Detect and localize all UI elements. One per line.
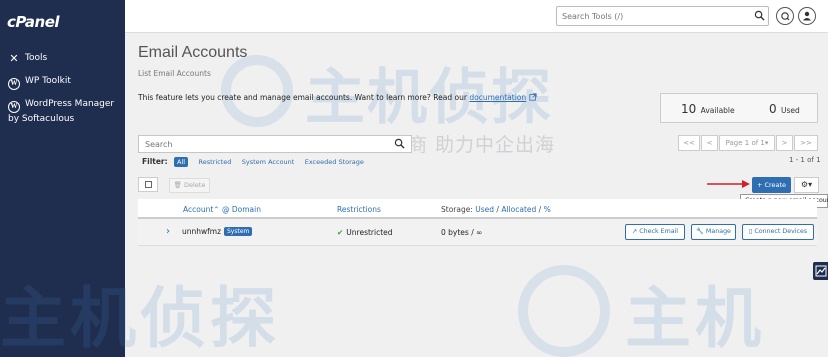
- filter-all[interactable]: All: [174, 157, 189, 167]
- account-search-input[interactable]: [139, 136, 384, 152]
- page-title: Email Accounts: [138, 44, 248, 61]
- column-account[interactable]: Account⌃ @ Domain: [183, 205, 261, 214]
- sidebar-item-wp-toolkit[interactable]: W WP Toolkit: [8, 75, 71, 90]
- column-account-label: Account: [183, 205, 214, 214]
- stats-panel-toggle[interactable]: [813, 262, 828, 280]
- connect-devices-label: Connect Devices: [754, 228, 808, 235]
- sort-used[interactable]: Used: [475, 205, 494, 214]
- search-icon[interactable]: [394, 138, 405, 151]
- delete-label: Delete: [183, 181, 206, 189]
- wrench-icon: 🔧: [696, 228, 704, 235]
- check-email-button[interactable]: ↗ Check Email: [625, 224, 685, 240]
- filter-bar: Filter: All Restricted System Account Ex…: [142, 157, 364, 167]
- watermark-logo-icon: [518, 265, 610, 357]
- tools-search-input[interactable]: [557, 7, 747, 25]
- gear-icon: ⚙: [800, 180, 809, 189]
- manage-button[interactable]: 🔧 Manage: [691, 224, 736, 240]
- sidebar: cPanel ✕ Tools W WP Toolkit W WordPress Man…: [0, 0, 125, 357]
- user-icon: [803, 11, 811, 21]
- column-domain-label: Domain: [231, 205, 261, 214]
- intro-text: This feature lets you create and manage …: [138, 93, 537, 102]
- system-badge: System: [224, 227, 253, 236]
- trash-icon: 🗑: [173, 181, 182, 189]
- select-all-checkbox[interactable]: [138, 177, 158, 192]
- account-stats: 10 Available 0 Used: [660, 93, 818, 123]
- external-link-icon: ↗: [631, 228, 638, 235]
- next-page-button[interactable]: >: [776, 135, 793, 151]
- column-storage: Storage: Used / Allocated / %: [441, 205, 551, 214]
- check-email-label: Check Email: [639, 228, 679, 235]
- available-stat: 10 Available: [681, 102, 735, 116]
- storage-label: Storage:: [441, 205, 473, 214]
- first-page-button[interactable]: <<: [678, 135, 700, 151]
- search-icon[interactable]: [754, 10, 765, 23]
- account-search: [138, 135, 412, 153]
- filter-restricted[interactable]: Restricted: [198, 158, 231, 166]
- sidebar-item-wordpress-manager[interactable]: W WordPress Manager by Softaculous: [8, 98, 118, 126]
- page-subtitle: List Email Accounts: [138, 69, 211, 78]
- table-header: Account⌃ @ Domain Restrictions Storage: …: [138, 199, 817, 219]
- filter-label: Filter:: [142, 157, 168, 166]
- sidebar-item-label: Tools: [25, 53, 48, 63]
- settings-dropdown-button[interactable]: ⚙▾: [794, 177, 819, 193]
- page-select[interactable]: Page 1 of 1▾: [719, 135, 775, 151]
- create-button[interactable]: + Create: [752, 177, 791, 193]
- used-count: 0: [769, 102, 777, 116]
- check-icon: ✔: [337, 228, 344, 237]
- column-restrictions[interactable]: Restrictions: [337, 205, 381, 214]
- prev-page-button[interactable]: <: [701, 135, 718, 151]
- expand-row-icon[interactable]: ›: [166, 226, 170, 237]
- available-count: 10: [681, 102, 697, 116]
- account-name: unnhwfmz: [182, 227, 222, 236]
- delete-button[interactable]: 🗑 Delete: [169, 178, 210, 193]
- available-label: Available: [700, 106, 735, 115]
- sidebar-item-tools[interactable]: ✕ Tools: [8, 52, 47, 65]
- at-sign: @: [221, 205, 230, 214]
- restriction-status: ✔ Unrestricted: [337, 228, 393, 237]
- cpanel-logo[interactable]: cPanel: [7, 13, 60, 31]
- device-icon: ▯: [748, 228, 753, 235]
- intro-description: This feature lets you create and manage …: [138, 93, 467, 102]
- wordpress-icon: W: [8, 78, 20, 90]
- sort-percent[interactable]: %: [544, 205, 551, 214]
- watermark-text: 主机: [625, 280, 765, 357]
- annotation-arrow-icon: [707, 180, 750, 188]
- result-count: 1 - 1 of 1: [789, 156, 821, 164]
- table-row: › unnhwfmz System ✔ Unrestricted 0 bytes …: [138, 219, 817, 246]
- sidebar-item-label: WordPress Manager by Softaculous: [8, 99, 115, 124]
- chart-icon: [815, 265, 827, 277]
- checkbox-square: [145, 181, 152, 188]
- top-bar: [125, 0, 828, 33]
- sort-asc-icon: ⌃: [213, 205, 220, 214]
- page-select-label: Page 1 of 1: [725, 139, 765, 147]
- bell-icon: [781, 12, 790, 21]
- last-page-button[interactable]: >>: [794, 135, 818, 151]
- watermark-logo-icon: [221, 55, 293, 127]
- used-stat: 0 Used: [769, 102, 800, 116]
- tools-icon: ✕: [9, 52, 19, 65]
- main-content: 主机侦探 服务跨境电商 助力中企出海 主机侦探 主机 Email Account…: [0, 33, 828, 357]
- documentation-link[interactable]: documentation: [469, 93, 526, 102]
- sort-allocated[interactable]: Allocated: [501, 205, 536, 214]
- manage-label: Manage: [705, 228, 731, 235]
- external-link-icon: [528, 93, 537, 101]
- chevron-down-icon: ▾: [808, 180, 813, 189]
- wordpress-icon: W: [8, 101, 20, 113]
- used-label: Used: [781, 106, 800, 115]
- tools-search: [556, 6, 769, 26]
- connect-devices-button[interactable]: ▯ Connect Devices: [742, 224, 814, 240]
- sidebar-item-label: WP Toolkit: [25, 76, 71, 86]
- storage-value: 0 bytes / ∞: [441, 228, 483, 237]
- restriction-label: Unrestricted: [346, 228, 393, 237]
- user-menu-button[interactable]: [798, 7, 816, 25]
- chevron-down-icon: ▾: [764, 139, 769, 147]
- filter-system-account[interactable]: System Account: [242, 158, 295, 166]
- notifications-button[interactable]: [776, 7, 794, 25]
- filter-exceeded-storage[interactable]: Exceeded Storage: [305, 158, 364, 166]
